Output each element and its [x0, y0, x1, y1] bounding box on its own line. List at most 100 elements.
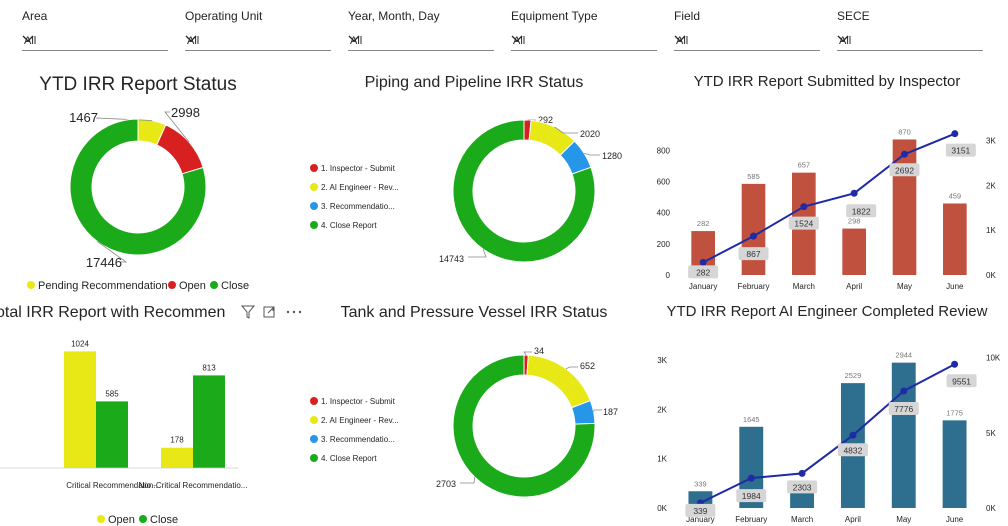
chart-legend[interactable]: 1. Inspector - Submit 2. AI Engineer - Re…: [310, 397, 399, 463]
y-tick-label: 1K: [657, 455, 667, 464]
line-point[interactable]: [798, 469, 806, 477]
chart-title: Piping and Pipeline IRR Status: [365, 74, 584, 91]
bar[interactable]: [193, 375, 225, 468]
bar-value-label: 282: [697, 219, 710, 228]
line-value-label: 1524: [794, 219, 813, 229]
line-point[interactable]: [951, 130, 959, 138]
x-tick-label: April: [845, 515, 861, 524]
more-options-icon[interactable]: [292, 310, 296, 314]
y2-tick-label: 1K: [986, 226, 996, 235]
y2-tick-label: 3K: [986, 136, 996, 145]
legend-marker: [310, 221, 318, 229]
bar[interactable]: [891, 362, 916, 508]
line-value-label: 867: [746, 249, 760, 259]
x-tick-label: February: [737, 282, 769, 291]
line-point[interactable]: [800, 203, 808, 211]
legend-marker: [310, 435, 318, 443]
line-point[interactable]: [850, 189, 858, 197]
legend-marker: [27, 281, 35, 289]
data-label: 1467: [69, 110, 98, 125]
chart-title: YTD IRR Report Status: [39, 74, 236, 95]
donut-chart[interactable]: 2922020128014743: [439, 115, 622, 264]
bar-value-label: 1024: [71, 339, 89, 348]
x-tick-label: Non-Critical Recommendatio...: [139, 481, 248, 490]
chart-title: Tank and Pressure Vessel IRR Status: [341, 304, 608, 321]
legend-marker: [310, 202, 318, 210]
chart-legend[interactable]: 1. Inspector - Submit 2. AI Engineer - Re…: [310, 164, 399, 230]
legend-marker: [168, 281, 176, 289]
line-point[interactable]: [900, 387, 908, 395]
cumulative-line: [699, 363, 956, 504]
line-value-label: 2692: [895, 165, 914, 175]
data-label: 34: [534, 346, 544, 356]
line-point[interactable]: [951, 360, 959, 368]
legend-marker: [310, 397, 318, 405]
y2-tick-label: 10K: [986, 354, 1001, 363]
bar-value-label: 459: [949, 191, 962, 200]
y-tick-label: 800: [657, 146, 671, 155]
y2-tick-label: 0K: [986, 504, 996, 513]
combo-chart[interactable]: 0K1K2K3K0K5K10K339January1645February319…: [657, 351, 1001, 524]
x-tick-label: March: [791, 515, 813, 524]
bar-value-label: 657: [798, 161, 811, 170]
line-point[interactable]: [849, 431, 857, 439]
bar-value-label: 585: [747, 172, 760, 181]
donut-slice[interactable]: [156, 124, 204, 175]
line-point[interactable]: [901, 150, 908, 158]
combo-chart[interactable]: 0 200 400 600 800 0K 1K 2K 3K 282 January 585 Februa…: [657, 127, 997, 291]
visual-header[interactable]: [240, 305, 302, 320]
x-tick-label: April: [846, 282, 862, 291]
legend-item: 4. Close Report: [321, 454, 377, 463]
chart-legend[interactable]: Pending Recommendation Open Close: [27, 280, 249, 292]
data-label: 187: [603, 407, 618, 417]
leader-line: [468, 248, 487, 258]
line-value-label: 2303: [793, 482, 812, 492]
y-tick-label: 3K: [657, 356, 667, 365]
filter-icon[interactable]: [240, 305, 256, 319]
bar-value-label: 813: [202, 363, 216, 372]
bar[interactable]: [942, 420, 967, 508]
more-options-icon[interactable]: [286, 310, 290, 314]
more-options-icon[interactable]: [298, 310, 302, 314]
data-label: 2020: [580, 129, 600, 139]
bar[interactable]: [741, 183, 766, 275]
bar-value-label: 1645: [743, 415, 760, 424]
chart-legend[interactable]: Open Close: [97, 514, 178, 526]
line-point[interactable]: [699, 258, 707, 266]
y-tick-label: 2K: [657, 405, 667, 414]
cumulative-line: [702, 132, 956, 264]
chart-title: YTD IRR Report Submitted by Inspector: [694, 73, 961, 90]
bar-value-label: 870: [898, 127, 911, 136]
bar[interactable]: [96, 401, 128, 468]
bar[interactable]: [842, 228, 866, 275]
y2-tick-label: 5K: [986, 429, 996, 438]
x-tick-label: June: [946, 282, 964, 291]
legend-marker: [310, 454, 318, 462]
line-point[interactable]: [750, 232, 757, 240]
donut-chart[interactable]: 1467 2998 17446: [69, 105, 207, 270]
chart-title: otal IRR Report with Recommen: [0, 304, 225, 321]
line-value-label: 4832: [843, 445, 862, 455]
bar-value-label: 585: [105, 389, 119, 398]
legend-item: 2. AI Engineer - Rev...: [321, 416, 399, 425]
legend-item: 3. Recommendatio...: [321, 202, 395, 211]
line-value-label: 9551: [952, 376, 971, 386]
legend-marker: [139, 515, 147, 523]
donut-chart[interactable]: 34 652 187 2703: [436, 346, 618, 498]
bar[interactable]: [943, 203, 967, 275]
bar[interactable]: [790, 492, 815, 508]
clustered-bar-chart[interactable]: otal IRR Report with Recommen 1024 585 178 8…: [0, 304, 247, 490]
legend-marker: [97, 515, 105, 523]
y2-tick-label: 0K: [986, 271, 996, 280]
bar-value-label: 1775: [946, 408, 963, 417]
bar[interactable]: [161, 447, 193, 468]
legend-marker: [310, 183, 318, 191]
bar[interactable]: [64, 351, 96, 468]
legend-item: 4. Close Report: [321, 221, 377, 230]
line-point[interactable]: [747, 474, 755, 482]
data-label: 2998: [171, 105, 200, 120]
line-value-label: 1984: [742, 491, 761, 501]
leader-line: [584, 152, 600, 156]
y-tick-label: 600: [657, 178, 671, 187]
y-tick-label: 0: [666, 271, 671, 280]
